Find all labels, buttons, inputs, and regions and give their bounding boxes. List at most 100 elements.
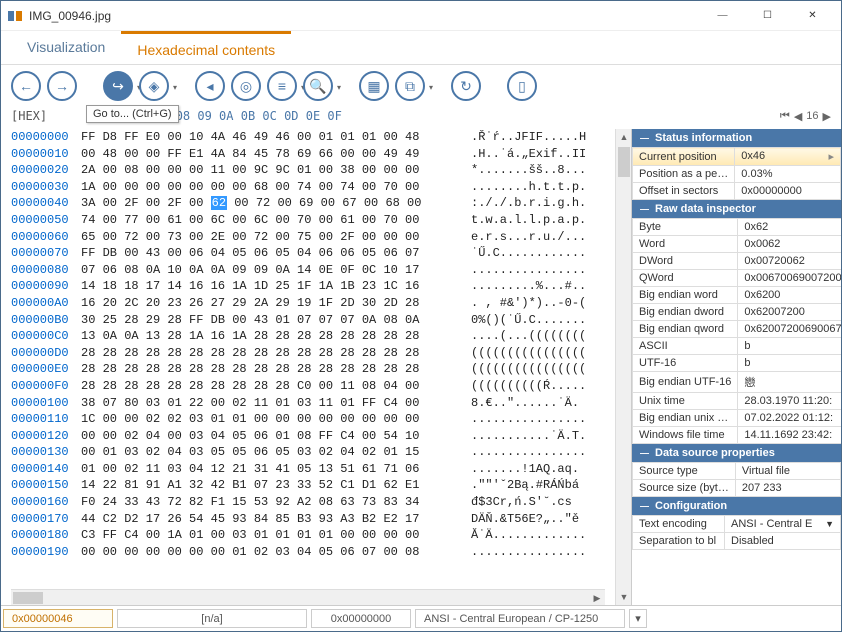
hex-row[interactable]: 0000013000 01 03 02 04 03 05 05 06 05 03… bbox=[11, 444, 605, 461]
hex-bytes[interactable]: F0 24 33 43 72 82 F1 15 53 92 A2 08 63 7… bbox=[81, 494, 451, 511]
hex-bytes[interactable]: 65 00 72 00 73 00 2E 00 72 00 75 00 2F 0… bbox=[81, 229, 451, 246]
inspector-value[interactable]: Disabled bbox=[725, 533, 841, 550]
inspector-value[interactable]: 0x00000000 bbox=[735, 183, 841, 200]
hex-bytes[interactable]: 00 00 00 00 00 00 00 01 02 03 04 05 06 0… bbox=[81, 544, 451, 561]
hex-ascii[interactable]: (((((((((((((((( bbox=[471, 345, 586, 362]
hex-byte-selected[interactable]: 62 bbox=[211, 196, 227, 210]
inspector-value[interactable]: 28.03.1970 11:20: bbox=[738, 393, 841, 410]
hex-body[interactable]: 00000000FF D8 FF E0 00 10 4A 46 49 46 00… bbox=[1, 129, 615, 589]
inspector-row[interactable]: DWord0x00720062 bbox=[633, 253, 842, 270]
inspector-row[interactable]: Word0x0062 bbox=[633, 236, 842, 253]
hex-ascii[interactable]: .H..˙á.„Exif..II bbox=[471, 146, 586, 163]
scroll-right-icon[interactable]: ▶ bbox=[589, 590, 605, 606]
hex-ascii[interactable]: *.......šš..8... bbox=[471, 162, 586, 179]
inspector-value[interactable]: 0x00720062 bbox=[738, 253, 841, 270]
hex-row[interactable]: 000000E028 28 28 28 28 28 28 28 28 28 28… bbox=[11, 361, 605, 378]
tag-left-button[interactable]: ◂ bbox=[195, 71, 225, 101]
inspector-row[interactable]: Big endian unix …07.02.2022 01:12: bbox=[633, 410, 842, 427]
copy-button[interactable]: ⧉▾ bbox=[395, 71, 425, 101]
inspector-row[interactable]: Offset in sectors0x00000000 bbox=[633, 183, 841, 200]
hex-row[interactable]: 0000006065 00 72 00 73 00 2E 00 72 00 75… bbox=[11, 229, 605, 246]
inspector-value[interactable]: 0x6200720069006700 bbox=[738, 321, 841, 338]
book-button[interactable]: ▯ bbox=[507, 71, 537, 101]
hex-ascii[interactable]: ................ bbox=[471, 262, 586, 279]
section-raw-inspector[interactable]: —Raw data inspector bbox=[632, 200, 841, 218]
inspector-value[interactable]: b bbox=[738, 355, 841, 372]
hex-row[interactable]: 0000005074 00 77 00 61 00 6C 00 6C 00 70… bbox=[11, 212, 605, 229]
inspector-value[interactable]: ANSI - Central E ▼ bbox=[725, 516, 841, 533]
hex-bytes[interactable]: 74 00 77 00 61 00 6C 00 6C 00 70 00 61 0… bbox=[81, 212, 451, 229]
scroll-thumb-v[interactable] bbox=[618, 147, 630, 177]
hex-bytes[interactable]: 30 25 28 29 28 FF DB 00 43 01 07 07 07 0… bbox=[81, 312, 451, 329]
inspector-row[interactable]: Big endian qword0x6200720069006700 bbox=[633, 321, 842, 338]
hex-row[interactable]: 00000180C3 FF C4 00 1A 01 00 03 01 01 01… bbox=[11, 527, 605, 544]
inspector-row[interactable]: Text encodingANSI - Central E ▼ bbox=[633, 516, 841, 533]
hex-ascii[interactable]: 0%()(˙Ű.C....... bbox=[471, 312, 586, 329]
inspector-value[interactable]: 0x46 bbox=[735, 148, 841, 166]
hex-ascii[interactable]: e.r.s...r.u./... bbox=[471, 229, 586, 246]
hex-bytes[interactable]: 1A 00 00 00 00 00 00 00 68 00 74 00 74 0… bbox=[81, 179, 451, 196]
inspector-row[interactable]: Source typeVirtual file bbox=[633, 463, 841, 480]
hex-bytes[interactable]: 2A 00 08 00 00 00 11 00 9C 9C 01 00 38 0… bbox=[81, 162, 451, 179]
inspector-value[interactable]: 0.03% bbox=[735, 166, 841, 183]
hex-ascii[interactable]: Ă˙Ä............. bbox=[471, 527, 586, 544]
vertical-scrollbar[interactable]: ▲ ▼ bbox=[615, 129, 631, 605]
hex-row[interactable]: 000000B030 25 28 29 28 FF DB 00 43 01 07… bbox=[11, 312, 605, 329]
hex-bytes[interactable]: 00 01 03 02 04 03 05 05 06 05 03 02 04 0… bbox=[81, 444, 451, 461]
hex-bytes[interactable]: 28 28 28 28 28 28 28 28 28 28 C0 00 11 0… bbox=[81, 378, 451, 395]
inspector-value[interactable]: 0x0062 bbox=[738, 236, 841, 253]
inspector-value[interactable]: 14.11.1692 23:42: bbox=[738, 427, 841, 444]
scroll-down-icon[interactable]: ▼ bbox=[616, 589, 632, 605]
inspector-value[interactable]: 0x62 bbox=[738, 219, 841, 236]
hex-ascii[interactable]: ...........˙Ä.T. bbox=[471, 428, 586, 445]
page-prev-icon[interactable]: ◀ bbox=[794, 110, 802, 123]
inspector-row[interactable]: Byte0x62 bbox=[633, 219, 842, 236]
inspector-row[interactable]: Unix time28.03.1970 11:20: bbox=[633, 393, 842, 410]
hex-row[interactable]: 0000014001 00 02 11 03 04 12 21 31 41 05… bbox=[11, 461, 605, 478]
bookmark-button[interactable]: ◈▾ bbox=[139, 71, 169, 101]
hex-row[interactable]: 000000C013 0A 0A 13 28 1A 16 1A 28 28 28… bbox=[11, 328, 605, 345]
scroll-thumb-h[interactable] bbox=[13, 592, 43, 604]
inspector-value[interactable]: 207 233 bbox=[735, 480, 840, 497]
inspector-row[interactable]: Windows file time14.11.1692 23:42: bbox=[633, 427, 842, 444]
page-next-icon[interactable]: ▶ bbox=[823, 110, 831, 123]
target-button[interactable]: ◎ bbox=[231, 71, 261, 101]
inspector-value[interactable]: Virtual file bbox=[735, 463, 840, 480]
hex-row[interactable]: 0000017044 C2 D2 17 26 54 45 93 84 85 B3… bbox=[11, 511, 605, 528]
search-button[interactable]: 🔍▾ bbox=[303, 71, 333, 101]
hex-row[interactable]: 000000A016 20 2C 20 23 26 27 29 2A 29 19… bbox=[11, 295, 605, 312]
hex-row[interactable]: 000001101C 00 00 02 02 03 01 01 00 00 00… bbox=[11, 411, 605, 428]
goto-button[interactable]: ↪▾ bbox=[103, 71, 133, 101]
grid-button[interactable]: ▦ bbox=[359, 71, 389, 101]
hex-ascii[interactable]: ................ bbox=[471, 411, 586, 428]
inspector-value[interactable]: 0x6200 bbox=[738, 287, 841, 304]
minimize-button[interactable]: — bbox=[700, 2, 745, 30]
hex-bytes[interactable]: 14 22 81 91 A1 32 42 B1 07 23 33 52 C1 D… bbox=[81, 477, 451, 494]
status-position[interactable]: 0x00000046 bbox=[3, 609, 113, 628]
hex-bytes[interactable]: 44 C2 D2 17 26 54 45 93 84 85 B3 93 A3 B… bbox=[81, 511, 451, 528]
inspector-value[interactable]: 0x0067006900720062 bbox=[738, 270, 841, 287]
inspector-row[interactable]: Position as a pe…0.03% bbox=[633, 166, 841, 183]
hex-row[interactable]: 000000D028 28 28 28 28 28 28 28 28 28 28… bbox=[11, 345, 605, 362]
hex-ascii[interactable]: ................ bbox=[471, 544, 586, 561]
status-encoding-dropdown[interactable]: ▾ bbox=[629, 609, 647, 628]
hex-bytes[interactable]: FF DB 00 43 00 06 04 05 06 05 04 06 06 0… bbox=[81, 245, 451, 262]
hex-bytes[interactable]: C3 FF C4 00 1A 01 00 03 01 01 01 01 00 0… bbox=[81, 527, 451, 544]
hex-ascii[interactable]: ˙Ű.C............ bbox=[471, 245, 586, 262]
hex-bytes[interactable]: 07 06 08 0A 10 0A 0A 09 09 0A 14 0E 0F 0… bbox=[81, 262, 451, 279]
hex-ascii[interactable]: (((((((((((((((( bbox=[471, 361, 586, 378]
hex-bytes[interactable]: 28 28 28 28 28 28 28 28 28 28 28 28 28 2… bbox=[81, 345, 451, 362]
section-data-source[interactable]: —Data source properties bbox=[632, 444, 841, 462]
inspector-value[interactable]: 07.02.2022 01:12: bbox=[738, 410, 841, 427]
hex-ascii[interactable]: t.w.a.l.l.p.a.p. bbox=[471, 212, 586, 229]
hex-row[interactable]: 00000070FF DB 00 43 00 06 04 05 06 05 04… bbox=[11, 245, 605, 262]
hex-ascii[interactable]: ((((((((((Ŕ..... bbox=[471, 378, 586, 395]
maximize-button[interactable]: ☐ bbox=[745, 2, 790, 30]
horizontal-scrollbar[interactable]: ◀ ▶ bbox=[11, 589, 605, 605]
hex-row[interactable]: 0000019000 00 00 00 00 00 00 01 02 03 04… bbox=[11, 544, 605, 561]
hex-ascii[interactable]: 8.€.."......˙Ä. bbox=[471, 395, 579, 412]
inspector-value[interactable]: b bbox=[738, 338, 841, 355]
hex-row[interactable]: 00000160F0 24 33 43 72 82 F1 15 53 92 A2… bbox=[11, 494, 605, 511]
refresh-button[interactable]: ↻ bbox=[451, 71, 481, 101]
hex-ascii[interactable]: ....(...(((((((( bbox=[471, 328, 586, 345]
